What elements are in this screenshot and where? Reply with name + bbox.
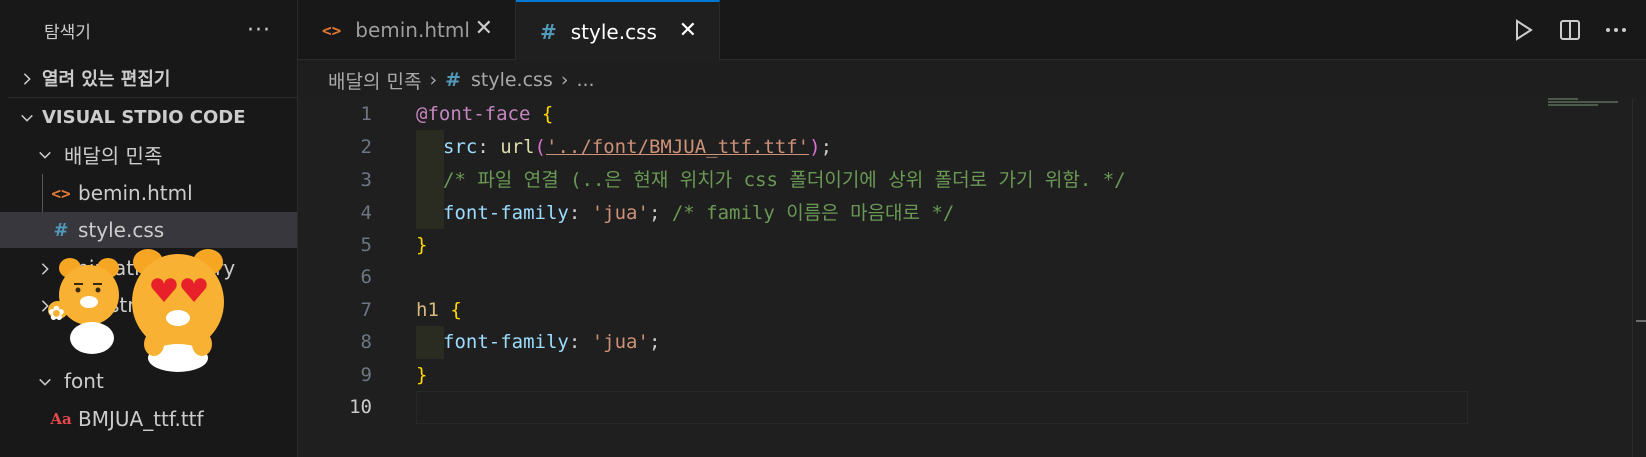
more-actions-icon[interactable] xyxy=(1602,16,1630,44)
current-line-highlight xyxy=(416,391,1468,424)
explorer-header: 탐색기 ··· xyxy=(0,0,297,60)
explorer-title: 탐색기 xyxy=(44,22,91,43)
line-number: 7 xyxy=(360,299,372,321)
css-file-icon: # xyxy=(53,219,69,241)
code-line: /* 파일 연결 (..은 현재 위치가 css 폴더이기에 상위 폴더로 가기… xyxy=(443,169,1126,191)
section-workspace-label: VISUAL STDIO CODE xyxy=(42,106,246,128)
breadcrumb: 배달의 민족 › # style.css › ... xyxy=(328,62,595,98)
indent-guide xyxy=(416,130,444,229)
tab-style-css[interactable]: # style.css ✕ xyxy=(516,0,720,61)
url-link[interactable]: '../font/BMJUA_ttf.ttf' xyxy=(546,136,809,158)
line-number: 4 xyxy=(360,202,372,224)
code-line: font-family: 'jua'; xyxy=(443,331,661,353)
tab-label: style.css xyxy=(570,19,657,44)
tree-file-bmjua-ttf[interactable]: Aa BMJUA_ttf.ttf xyxy=(0,401,297,437)
close-icon[interactable]: ✕ xyxy=(475,16,493,41)
ryan-sticker-image: ✿ xyxy=(48,249,224,372)
close-icon[interactable]: ✕ xyxy=(679,18,697,43)
html-file-icon: <> xyxy=(322,20,342,40)
line-number: 2 xyxy=(360,136,372,158)
code-line: } xyxy=(416,234,428,256)
tree-file-bemin-html[interactable]: <> bemin.html xyxy=(0,175,297,211)
breadcrumb-folder[interactable]: 배달의 민족 xyxy=(328,67,421,94)
section-open-editors-label: 열려 있는 편집기 xyxy=(42,69,171,90)
css-file-icon: # xyxy=(445,69,461,91)
minimap[interactable] xyxy=(1548,98,1628,118)
line-number: 5 xyxy=(360,234,372,256)
section-divider xyxy=(8,97,297,98)
scroll-position-marker xyxy=(1636,320,1646,322)
editor-tab-bar: <> bemin.html ✕ # style.css ✕ xyxy=(298,0,1646,61)
section-workspace[interactable]: VISUAL STDIO CODE xyxy=(0,99,297,135)
svg-text:✿: ✿ xyxy=(48,301,65,325)
code-line: font-family: 'jua'; /* family 이름은 마음대로 *… xyxy=(443,202,955,224)
chevron-down-icon xyxy=(34,145,56,164)
breadcrumb-file[interactable]: style.css xyxy=(471,69,553,91)
chevron-right-icon: › xyxy=(560,69,569,91)
line-number: 1 xyxy=(360,103,372,125)
css-file-icon: # xyxy=(540,19,557,44)
line-number: 10 xyxy=(349,396,372,418)
section-open-editors[interactable]: 열려 있는 편집기 xyxy=(0,60,297,96)
tab-bemin-html[interactable]: <> bemin.html ✕ xyxy=(298,0,516,60)
editor-actions xyxy=(1510,0,1646,60)
font-file-icon: Aa xyxy=(50,410,72,428)
line-number: 6 xyxy=(360,266,372,288)
chevron-right-icon xyxy=(16,69,38,88)
run-icon[interactable] xyxy=(1510,16,1538,44)
code-line: @font-face { xyxy=(416,103,554,125)
chevron-right-icon: › xyxy=(429,69,438,91)
code-line: } xyxy=(416,364,428,386)
explorer-sidebar: 탐색기 ··· 열려 있는 편집기 VISUAL STDIO CODE 배달의 … xyxy=(0,0,298,457)
indent-guide xyxy=(416,326,444,359)
more-actions-icon[interactable]: ··· xyxy=(247,18,271,43)
code-editor[interactable]: 1 2 3 4 5 6 7 8 9 10 @font-face { src: u… xyxy=(298,98,1646,457)
tree-file-label: bemin.html xyxy=(78,181,193,205)
tree-file-label: style.css xyxy=(78,218,165,242)
breadcrumb-symbol[interactable]: ... xyxy=(576,69,594,91)
tab-label: bemin.html xyxy=(355,18,470,42)
tree-folder-label: 배달의 민족 xyxy=(64,143,163,168)
vertical-scrollbar[interactable] xyxy=(1632,98,1646,457)
code-line: h1 { xyxy=(416,299,462,321)
line-number: 8 xyxy=(360,331,372,353)
code-line: src: url('../font/BMJUA_ttf.ttf'); xyxy=(443,136,833,158)
tree-folder-bemin[interactable]: 배달의 민족 xyxy=(0,136,297,172)
line-number: 9 xyxy=(360,364,372,386)
line-number: 3 xyxy=(360,169,372,191)
html-file-icon: <> xyxy=(51,183,71,203)
split-editor-icon[interactable] xyxy=(1556,16,1584,44)
chevron-down-icon xyxy=(16,108,38,127)
tree-file-label: BMJUA_ttf.ttf xyxy=(78,407,204,431)
